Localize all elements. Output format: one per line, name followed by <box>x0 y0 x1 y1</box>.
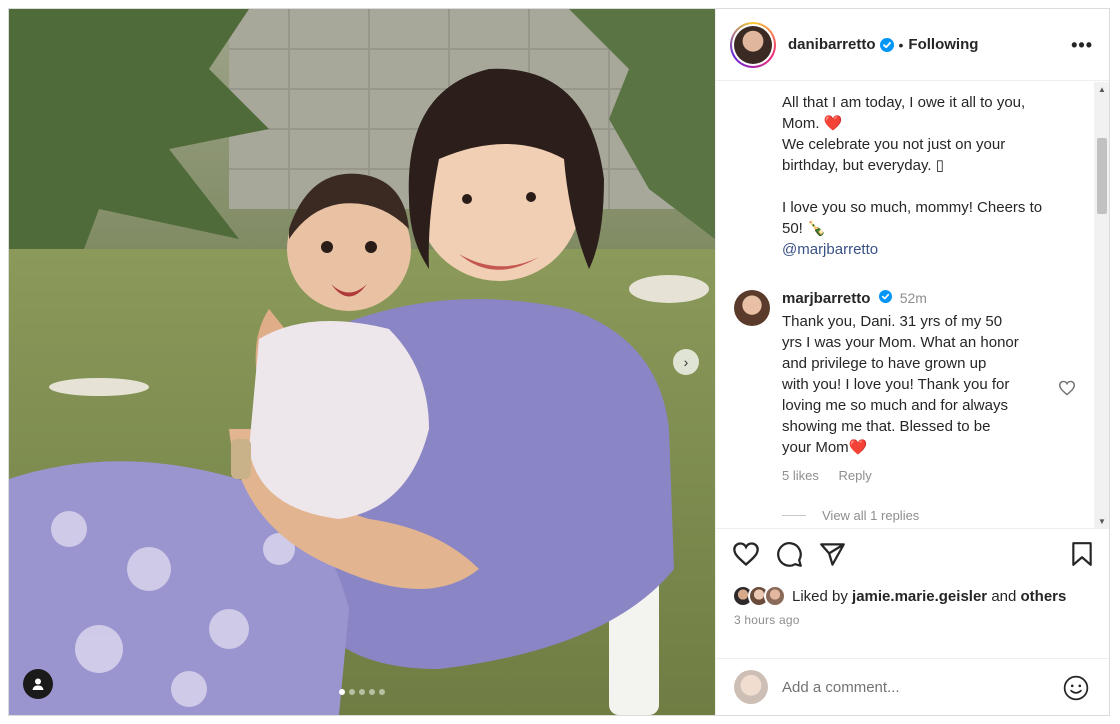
post-details-panel: danibarretto • Following ••• All that I … <box>715 9 1109 715</box>
comment-like-heart-icon[interactable] <box>1058 380 1076 401</box>
comment-header: marjbarretto 52m <box>782 290 927 307</box>
comment-username[interactable]: marjbarretto <box>782 290 870 307</box>
post-photo[interactable]: › <box>9 9 715 715</box>
avatar <box>734 670 768 704</box>
comment-input[interactable] <box>782 678 1032 696</box>
carousel-indicator <box>9 689 715 695</box>
bookmark-icon[interactable] <box>1071 541 1093 572</box>
comment-text: Thank you, Dani. 31 yrs of my 50 yrs I w… <box>782 313 1019 456</box>
carousel-dot <box>339 689 345 695</box>
chevron-right-icon: › <box>683 354 689 370</box>
post-caption: All that I am today, I owe it all to you… <box>782 92 1082 260</box>
next-slide-button[interactable]: › <box>673 349 699 375</box>
liker-avatars[interactable] <box>732 585 786 607</box>
view-replies-label: View all 1 replies <box>822 508 920 523</box>
liked-by-connector: and <box>991 587 1017 605</box>
comment-time: 52m <box>899 290 927 306</box>
verified-icon <box>878 290 892 303</box>
carousel-dot <box>359 689 365 695</box>
heart-icon[interactable] <box>732 541 760 573</box>
share-icon[interactable] <box>819 541 846 573</box>
add-comment-bar <box>716 658 1109 715</box>
comment-avatar[interactable] <box>734 290 770 326</box>
caption-line: Mom. ❤️ <box>782 115 843 132</box>
liked-by-prefix: Liked by <box>792 587 848 605</box>
caption-line: All that I am today, I owe it all to you… <box>782 94 1026 111</box>
red-heart-emoji: ❤️ <box>823 115 843 132</box>
caption-line: We celebrate you not just on your <box>782 136 1006 153</box>
comments-scroll-area[interactable]: All that I am today, I owe it all to you… <box>716 82 1109 528</box>
verified-icon <box>879 37 894 52</box>
more-icon[interactable]: ••• <box>1071 35 1093 56</box>
avatar <box>734 25 772 64</box>
caption-mention[interactable]: @marjbarretto <box>782 239 1082 260</box>
liked-by-others[interactable]: others <box>1021 588 1067 605</box>
comment-meta: 5 likes Reply <box>782 468 888 483</box>
caption-line: I love you so much, mommy! Cheers to <box>782 199 1043 216</box>
scrollbar-thumb[interactable] <box>1097 138 1107 214</box>
caption-line: birthday, but everyday. ▯ <box>782 157 944 174</box>
post-timestamp[interactable]: 3 hours ago <box>734 613 800 627</box>
caption-line: 50! 🍾 <box>782 220 826 237</box>
story-ring[interactable] <box>730 21 776 68</box>
comment-likes-count[interactable]: 5 likes <box>782 468 819 483</box>
header-separator: • <box>898 36 904 53</box>
liked-by-user[interactable]: jamie.marie.geisler <box>852 588 987 605</box>
avatar <box>764 585 786 607</box>
carousel-dot <box>369 689 375 695</box>
comment-icon[interactable] <box>776 541 803 573</box>
post-actions: Liked by jamie.marie.geisler and others … <box>716 528 1109 658</box>
carousel-dot <box>349 689 355 695</box>
post-header: danibarretto • Following ••• <box>716 9 1109 81</box>
post-author-username[interactable]: danibarretto <box>788 36 876 53</box>
emoji-icon[interactable] <box>1063 675 1089 706</box>
caption-line <box>782 176 1082 197</box>
liked-by: Liked by jamie.marie.geisler and others <box>732 585 1066 607</box>
photo-illustration <box>9 9 715 715</box>
scrollbar[interactable]: ▲ ▼ <box>1094 82 1109 528</box>
replies-divider <box>782 515 806 516</box>
scroll-up-arrow[interactable]: ▲ <box>1094 82 1109 96</box>
following-button[interactable]: Following <box>908 36 978 53</box>
carousel-dot <box>379 689 385 695</box>
view-replies-button[interactable]: View all 1 replies <box>782 508 919 523</box>
scroll-down-arrow[interactable]: ▼ <box>1094 514 1109 528</box>
reply-button[interactable]: Reply <box>838 468 871 483</box>
instagram-post-modal: › danibarretto • Following ••• All that … <box>8 8 1110 716</box>
